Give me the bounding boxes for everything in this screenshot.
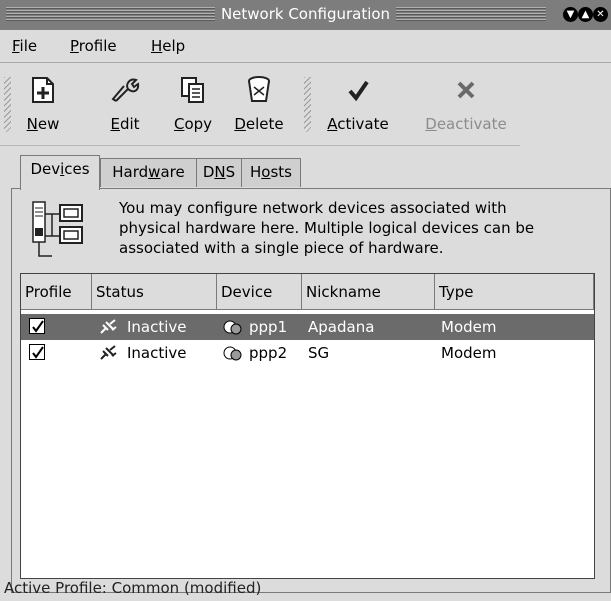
status-cell: Inactive bbox=[127, 344, 187, 362]
column-header-nickname[interactable]: Nickname bbox=[302, 274, 435, 310]
inactive-plug-icon bbox=[100, 319, 117, 334]
type-cell: Modem bbox=[441, 344, 497, 362]
modem-icon bbox=[223, 346, 242, 361]
info-text: You may configure network devices associ… bbox=[119, 199, 535, 257]
status-text: Active Profile: Common (modified) bbox=[4, 579, 262, 597]
toolbar-grip-2[interactable] bbox=[304, 77, 311, 132]
new-button[interactable]: New bbox=[18, 73, 68, 133]
copy-icon bbox=[181, 77, 204, 103]
copy-button[interactable]: Copy bbox=[167, 73, 219, 133]
column-header-type[interactable]: Type bbox=[435, 274, 594, 310]
tab-devices[interactable]: Devices bbox=[20, 155, 100, 190]
toolbar-separator bbox=[0, 145, 520, 146]
maximize-icon[interactable]: ▲ bbox=[578, 7, 593, 22]
edit-icon bbox=[111, 78, 140, 102]
status-bar: Active Profile: Common (modified) bbox=[0, 575, 611, 601]
column-header-device[interactable]: Device bbox=[217, 274, 302, 310]
close-icon[interactable]: ✕ bbox=[593, 7, 608, 22]
tab-hosts[interactable]: Hosts bbox=[241, 158, 301, 187]
delete-icon bbox=[248, 76, 270, 102]
column-header-profile[interactable]: Profile bbox=[21, 274, 92, 310]
table-row[interactable]: Inactive ppp2 SG Modem bbox=[21, 340, 594, 366]
device-list[interactable]: Profile Status Device Nickname Type Inac… bbox=[20, 273, 595, 579]
type-cell: Modem bbox=[441, 318, 497, 336]
check-icon bbox=[32, 346, 44, 359]
window-title: Network Configuration bbox=[0, 5, 611, 23]
check-icon bbox=[32, 320, 44, 333]
edit-button[interactable]: Edit bbox=[103, 73, 147, 133]
column-header-status[interactable]: Status bbox=[92, 274, 217, 310]
new-icon bbox=[32, 77, 54, 103]
device-cell: ppp2 bbox=[249, 344, 288, 362]
inactive-plug-icon bbox=[100, 345, 117, 360]
status-cell: Inactive bbox=[127, 318, 187, 336]
menu-file[interactable]: File bbox=[12, 37, 37, 55]
title-bar[interactable]: Network Configuration ▼ ▲ ✕ bbox=[0, 0, 611, 30]
activate-icon bbox=[348, 80, 369, 102]
profile-checkbox[interactable] bbox=[29, 344, 45, 360]
delete-button[interactable]: Delete bbox=[229, 73, 289, 133]
deactivate-icon bbox=[457, 81, 475, 99]
tab-hardware[interactable]: Hardware bbox=[100, 158, 197, 187]
tab-dns[interactable]: DNS bbox=[196, 158, 242, 187]
menu-help[interactable]: Help bbox=[151, 37, 185, 55]
network-devices-icon bbox=[32, 201, 83, 257]
table-row[interactable]: Inactive ppp1 Apadana Modem bbox=[21, 314, 594, 340]
toolbar: New Edit Copy Delete Activate Deactivate bbox=[0, 63, 611, 148]
profile-checkbox[interactable] bbox=[29, 318, 45, 334]
minimize-icon[interactable]: ▼ bbox=[563, 7, 578, 22]
modem-icon bbox=[223, 320, 242, 335]
toolbar-grip[interactable] bbox=[4, 77, 11, 132]
nickname-cell: Apadana bbox=[308, 318, 375, 336]
menu-bar: File Profile Help bbox=[0, 30, 611, 63]
activate-button[interactable]: Activate bbox=[321, 73, 395, 133]
device-cell: ppp1 bbox=[249, 318, 288, 336]
nickname-cell: SG bbox=[308, 344, 330, 362]
deactivate-button[interactable]: Deactivate bbox=[419, 73, 513, 133]
menu-profile[interactable]: Profile bbox=[70, 37, 117, 55]
